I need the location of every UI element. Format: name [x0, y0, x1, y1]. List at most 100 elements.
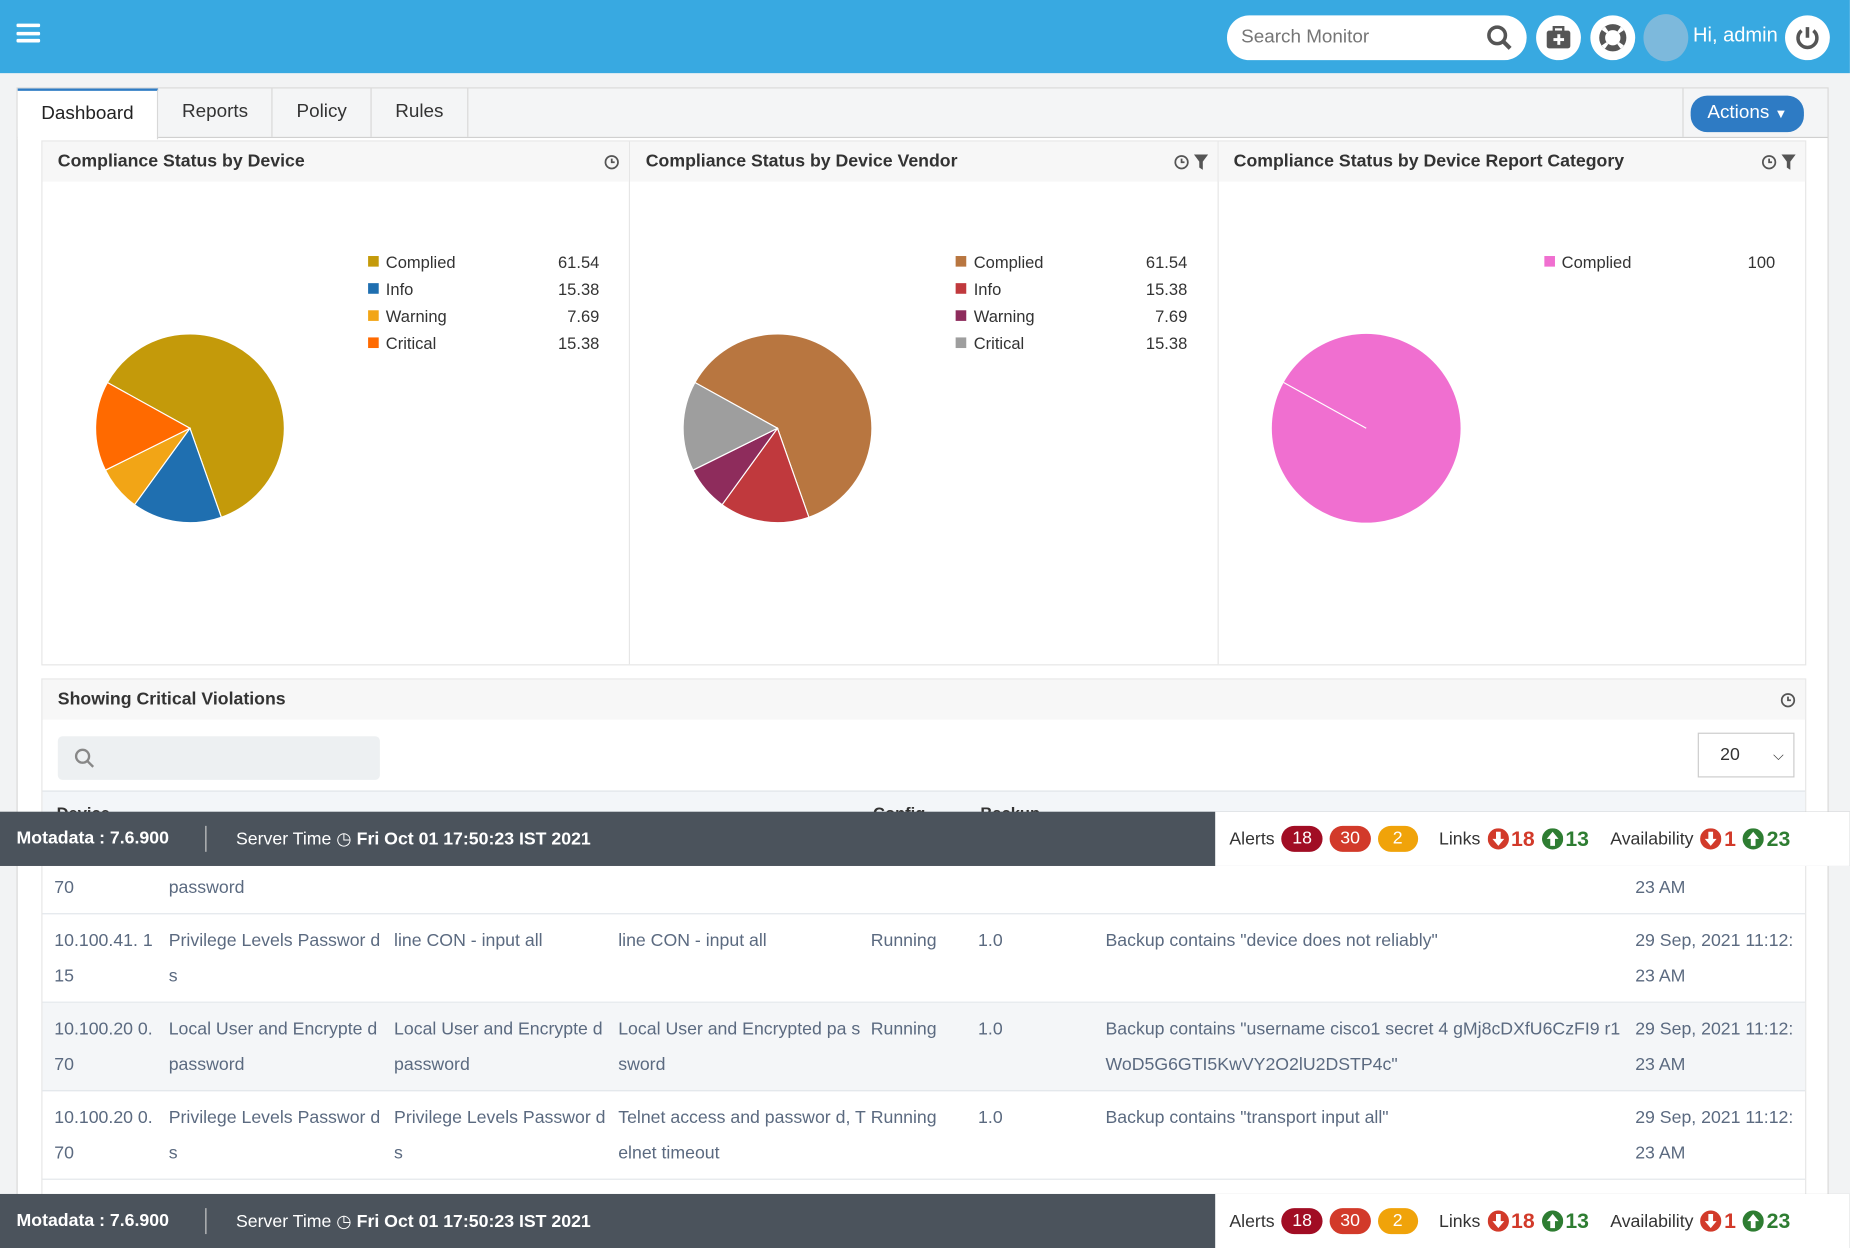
caret-down-icon: ▼ — [1774, 107, 1788, 122]
search-icon — [74, 748, 95, 768]
legend-label: Critical — [973, 333, 1025, 353]
clock-icon[interactable] — [1761, 154, 1777, 169]
filter-icon[interactable] — [1193, 153, 1208, 170]
clock-icon[interactable] — [604, 154, 620, 169]
legend-label: Info — [385, 279, 414, 298]
links-up-count: 13 — [1565, 826, 1589, 851]
arrow-up-icon — [1541, 828, 1563, 850]
legend-value: 61.54 — [1145, 251, 1188, 271]
legend-value: 15.38 — [1145, 279, 1188, 298]
availability-up[interactable]: 23 — [1743, 1209, 1790, 1234]
table-cell: line CON - input all — [618, 930, 767, 951]
server-time: Server Time ◷ Fri Oct 01 17:50:23 IST 20… — [236, 828, 591, 849]
legend-label: Warning — [973, 306, 1035, 326]
legend-item[interactable]: Info 15.38 — [956, 275, 1187, 302]
alert-count-badge[interactable]: 30 — [1329, 1208, 1371, 1235]
table-row[interactable]: 10.100.41. 115 Privilege Levels Passwor d… — [42, 914, 1806, 1003]
hamburger-menu-icon[interactable] — [16, 23, 41, 43]
actions-button[interactable]: Actions ▼ — [1690, 95, 1804, 133]
table-cell: Local User and Encrypte d password — [394, 1019, 603, 1075]
panel-title: Compliance Status by Device Vendor — [645, 151, 958, 172]
alert-count-badge[interactable]: 18 — [1281, 1208, 1323, 1235]
availability-label: Availability — [1610, 1211, 1694, 1232]
page-size-select[interactable]: 20 ⌵ — [1697, 732, 1795, 778]
tab-bar: Dashboard Reports Policy Rules Actions ▼ — [17, 88, 1828, 140]
product-version: Motadata : 7.6.900 — [16, 1210, 169, 1231]
table-cell: 1.0 — [978, 1019, 1003, 1040]
legend-value: 61.54 — [557, 251, 600, 271]
table-cell: 29 Sep, 2021 11:12: 23 AM — [1635, 1019, 1794, 1075]
panel-title: Compliance Status by Device Report Categ… — [1233, 151, 1625, 172]
divider — [1682, 88, 1684, 137]
alert-count-badge[interactable]: 2 — [1377, 825, 1418, 852]
actions-label: Actions — [1707, 102, 1770, 123]
status-summary: Alerts 18 30 2 Links 18 13 Availability 1 … — [1215, 1193, 1850, 1248]
alert-count-badge[interactable]: 2 — [1377, 1208, 1418, 1235]
links-down-count: 18 — [1511, 1208, 1535, 1233]
links-up-count: 13 — [1565, 1208, 1589, 1233]
table-cell: Running — [870, 1107, 937, 1128]
availability-up[interactable]: 23 — [1743, 826, 1790, 851]
table-cell: Local User and Encrypte d password — [168, 1019, 378, 1075]
links-down[interactable]: 18 — [1487, 1208, 1535, 1234]
tab-policy[interactable]: Policy — [273, 88, 372, 137]
table-cell: 29 Sep, 2021 11:12: 23 AM — [1635, 930, 1794, 987]
legend-item[interactable]: Complied 61.54 — [956, 248, 1187, 275]
links-down[interactable]: 18 — [1487, 826, 1535, 851]
legend-item[interactable]: Critical 15.38 — [368, 329, 599, 356]
search-input[interactable] — [1241, 27, 1487, 49]
legend-item[interactable]: Critical 15.38 — [956, 329, 1187, 356]
medical-kit-icon[interactable] — [1536, 15, 1581, 61]
arrow-up-icon — [1743, 1210, 1765, 1232]
table-row[interactable]: 10.100.20 0.70 Local User and Encrypte d … — [42, 1002, 1806, 1092]
table-row[interactable]: 10.100.20 0.70 Privilege Levels Passwor d… — [42, 1091, 1806, 1180]
legend-item[interactable]: Warning 7.69 — [956, 302, 1187, 329]
arrow-up-icon — [1743, 828, 1765, 850]
avatar[interactable] — [1643, 14, 1689, 62]
user-greeting[interactable]: Hi, admin — [1693, 24, 1778, 48]
table-cell: Backup contains "transport input all" — [1105, 1107, 1389, 1128]
pie-chart — [94, 333, 285, 524]
legend-item[interactable]: Complied 61.54 — [368, 248, 599, 275]
availability-down[interactable]: 1 — [1700, 1209, 1736, 1234]
links-up[interactable]: 13 — [1541, 826, 1589, 851]
alert-count-badge[interactable]: 18 — [1281, 825, 1323, 852]
tab-reports[interactable]: Reports — [158, 88, 273, 137]
table-cell: Running — [870, 1019, 937, 1040]
legend-swatch — [956, 283, 967, 294]
critical-violations-panel: Showing Critical Violations 20⌵ Device C… — [41, 678, 1807, 1248]
legend-value: 15.38 — [1145, 333, 1188, 353]
legend-swatch — [1543, 256, 1555, 267]
availability-down-count: 1 — [1724, 826, 1736, 851]
violations-search-input[interactable] — [57, 736, 380, 780]
chart-panels: Compliance Status by Device Complied 61.54… — [41, 140, 1807, 666]
legend-item[interactable]: Complied 100 — [1543, 248, 1776, 275]
tab-dashboard[interactable]: Dashboard — [17, 88, 159, 140]
pie-chart — [1271, 333, 1461, 523]
legend-swatch — [956, 256, 967, 267]
support-lifebuoy-icon[interactable] — [1590, 15, 1636, 61]
legend-item[interactable]: Warning 7.69 — [368, 302, 599, 329]
status-bar: Motadata : 7.6.900 Server Time ◷ Fri Oct… — [0, 811, 1850, 866]
search-icon[interactable] — [1487, 25, 1513, 51]
alert-count-badge[interactable]: 30 — [1329, 825, 1371, 852]
chart-legend: Complied 61.54 Info 15.38 Warning 7.69 Critica… — [368, 248, 599, 357]
table-cell: Local User and Encrypted pa ssword — [618, 1019, 861, 1075]
availability-down[interactable]: 1 — [1700, 826, 1736, 851]
tab-rules[interactable]: Rules — [372, 88, 469, 137]
legend-label: Warning — [385, 306, 447, 326]
table-cell: Privilege Levels Passwor ds — [168, 930, 381, 987]
clock-icon[interactable] — [1173, 154, 1189, 169]
table-cell: 29 Sep, 2021 11:12: 23 AM — [1635, 1107, 1794, 1164]
power-logout-icon[interactable] — [1785, 15, 1830, 61]
legend-swatch — [368, 256, 379, 267]
availability-up-count: 23 — [1766, 826, 1791, 851]
chart-legend: Complied 61.54 Info 15.38 Warning 7.69 Critica… — [956, 248, 1187, 357]
divider — [205, 1208, 207, 1235]
links-up[interactable]: 13 — [1541, 1208, 1589, 1234]
table-cell: Running — [870, 930, 937, 951]
legend-value: 100 — [1747, 251, 1776, 271]
clock-icon[interactable] — [1780, 692, 1796, 707]
filter-icon[interactable] — [1781, 153, 1796, 170]
legend-item[interactable]: Info 15.38 — [368, 275, 599, 302]
